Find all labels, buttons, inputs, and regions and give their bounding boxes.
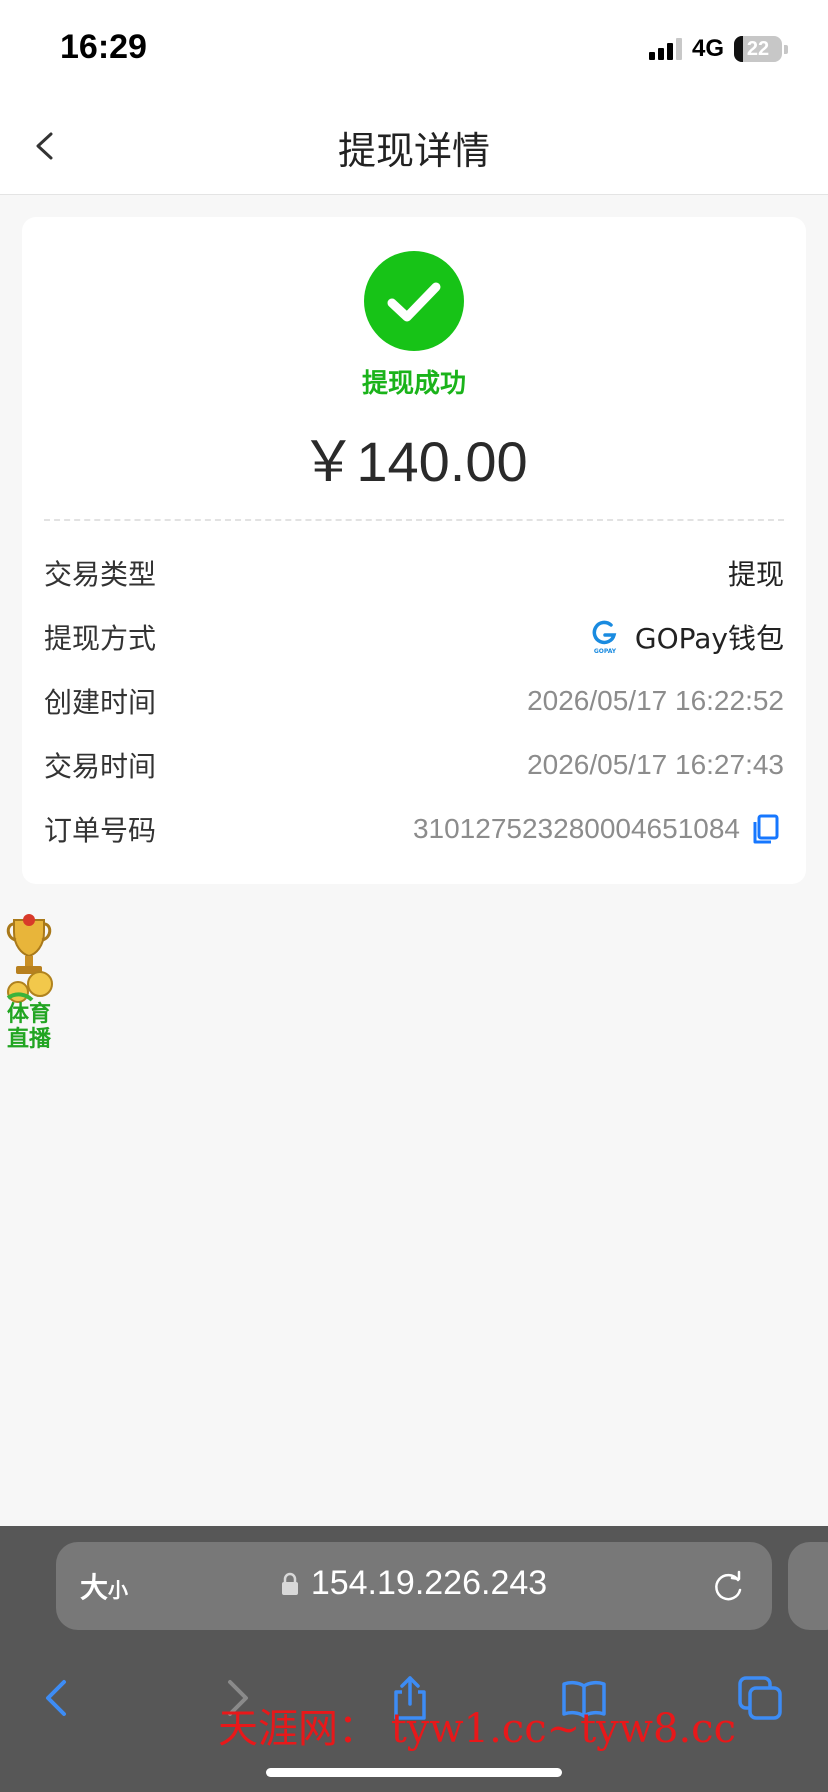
- dashed-divider: [44, 519, 784, 521]
- network-type: 4G: [691, 35, 724, 62]
- status-indicators: 4G 22: [648, 34, 788, 64]
- browser-toolbar: 大小 154.19.226.243 天涯网： tyw1.cc~tyw8.cc: [0, 1526, 828, 1792]
- detail-row-created: 创建时间 2026/05/17 16:22:52: [44, 669, 784, 733]
- browser-back-button[interactable]: [28, 1668, 88, 1728]
- battery-tip: [784, 44, 788, 54]
- page-title: 提现详情: [337, 129, 490, 173]
- detail-label: 创建时间: [44, 686, 157, 719]
- sports-live-label: 体育直播: [6, 1002, 51, 1052]
- home-indicator[interactable]: [266, 1768, 562, 1777]
- detail-value-wrap: 提现: [728, 553, 784, 593]
- lock-icon: [281, 1572, 298, 1595]
- copy-icon[interactable]: [750, 812, 784, 846]
- battery-level: 22: [746, 37, 770, 60]
- watermark: 天涯网： tyw1.cc~tyw8.cc: [218, 1706, 736, 1752]
- detail-label: 交易时间: [44, 750, 157, 783]
- address-bar[interactable]: 大小 154.19.226.243: [56, 1542, 772, 1630]
- detail-label: 提现方式: [44, 622, 157, 655]
- url-display: 154.19.226.243: [56, 1564, 772, 1603]
- tabs-icon: [738, 1676, 782, 1720]
- detail-value-wrap: GOPAY GOPay钱包: [585, 617, 784, 657]
- status-text: 提现成功: [361, 369, 466, 399]
- gopay-logo-text: GOPAY: [594, 648, 617, 655]
- signal-strength-icon: [648, 38, 682, 60]
- reload-icon[interactable]: [708, 1566, 748, 1606]
- gopay-logo-icon: GOPAY: [592, 620, 617, 655]
- detail-row-method: 提现方式 GOPAY GOPay钱包: [44, 605, 784, 669]
- trophy-icon: [6, 914, 53, 1003]
- detail-value: GOPay钱包: [634, 622, 784, 655]
- detail-list: 交易类型 提现 提现方式 GOPAY GOPay钱包 创建时间 2026/05/…: [44, 541, 784, 861]
- detail-value: 2026/05/17 16:27:43: [527, 749, 784, 780]
- check-circle-icon: [364, 251, 464, 351]
- order-number: 310127523280004651084: [412, 813, 740, 844]
- detail-row-type: 交易类型 提现: [44, 541, 784, 605]
- detail-row-order-number: 订单号码 310127523280004651084: [44, 797, 784, 861]
- detail-value-wrap: 310127523280004651084: [413, 812, 784, 846]
- withdrawal-detail-card: 提现成功 ￥140.00 交易类型 提现 提现方式 GOPAY GOPay钱包 …: [22, 217, 806, 884]
- detail-row-transaction-time: 交易时间 2026/05/17 16:27:43: [44, 733, 784, 797]
- amount: ￥140.00: [300, 430, 528, 493]
- detail-value: 2026/05/17 16:22:52: [527, 685, 784, 716]
- tabs-button[interactable]: [730, 1668, 790, 1728]
- back-icon: [46, 1680, 66, 1716]
- sports-live-float-ad[interactable]: 体育直播: [0, 912, 58, 1054]
- url-text: 154.19.226.243: [310, 1564, 548, 1602]
- next-tab-pill[interactable]: [788, 1542, 828, 1630]
- nav-bar: 提现详情: [0, 98, 828, 195]
- battery-icon: 22: [734, 36, 782, 62]
- detail-label: 交易类型: [44, 558, 157, 591]
- status-bar: 16:29 4G 22: [0, 0, 828, 98]
- detail-value: 提现: [727, 558, 784, 591]
- status-time: 16:29: [60, 28, 147, 66]
- detail-label: 订单号码: [44, 814, 157, 847]
- check-icon: [387, 282, 441, 322]
